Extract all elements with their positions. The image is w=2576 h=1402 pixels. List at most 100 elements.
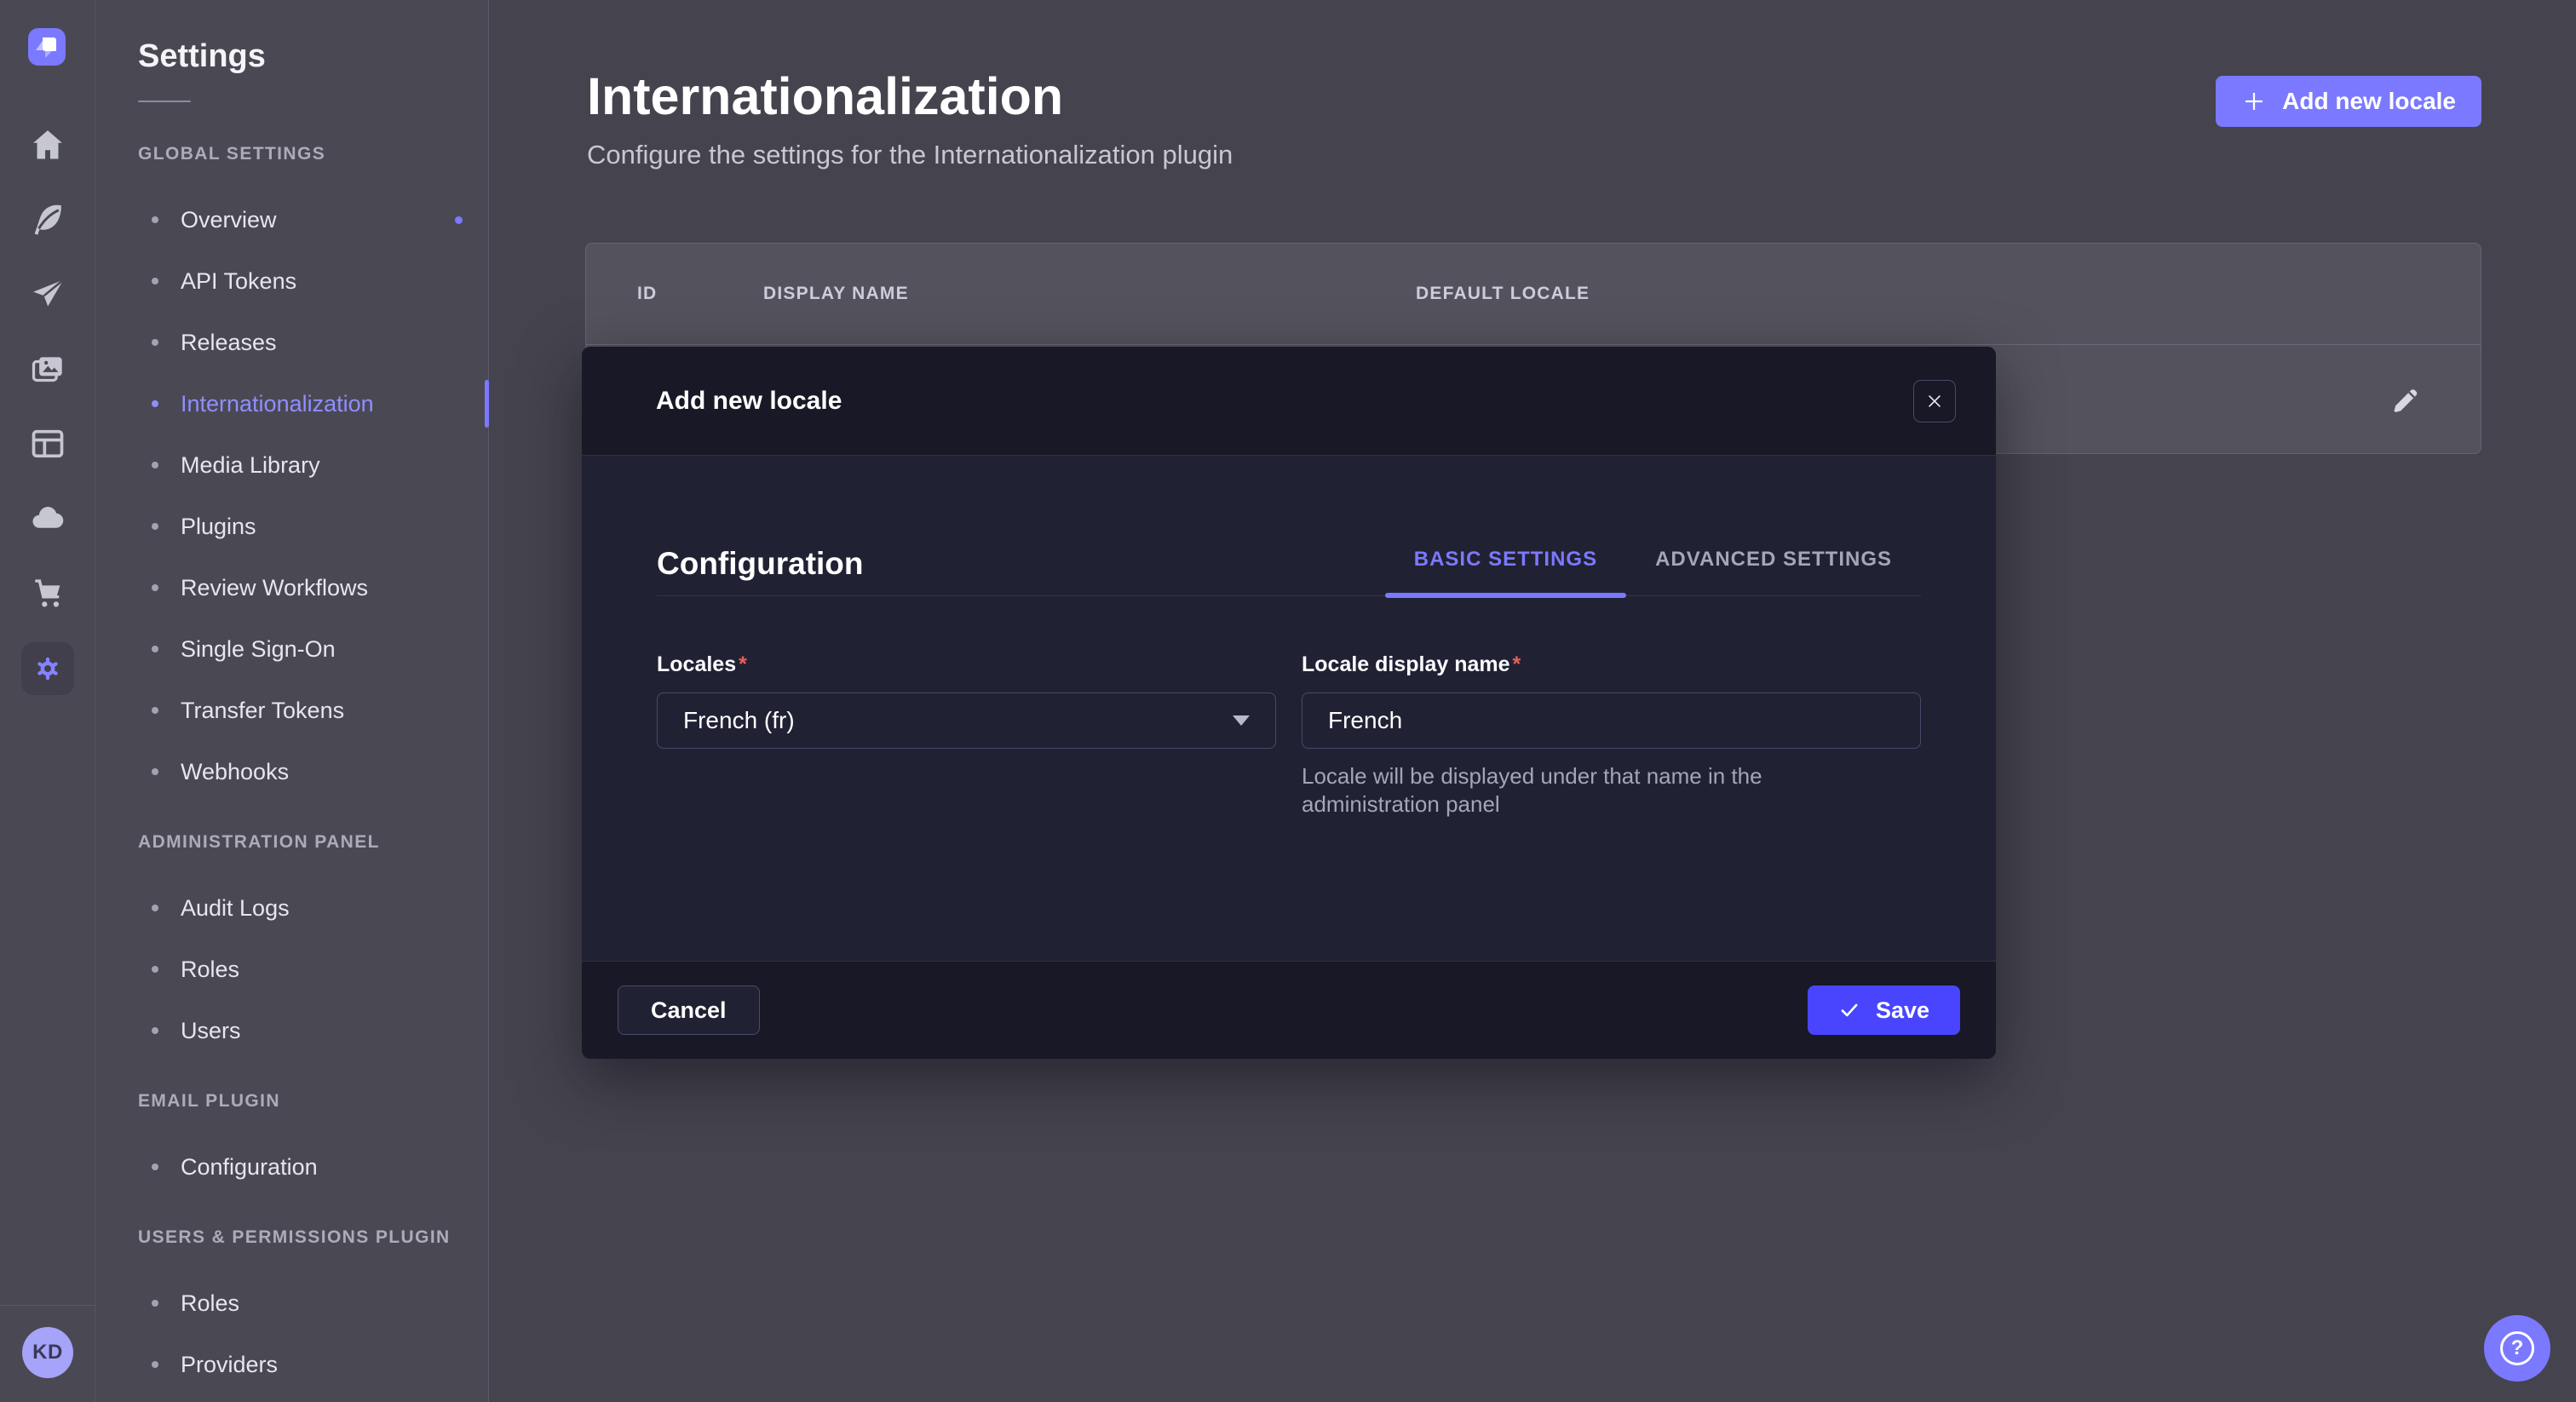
sidebar-title-divider bbox=[138, 101, 191, 102]
modal-title: Add new locale bbox=[656, 387, 1913, 416]
sidebar-item-label: Media Library bbox=[181, 452, 320, 479]
sidebar-item-label: Users bbox=[181, 1018, 241, 1044]
section-label-global-settings: GLOBAL SETTINGS bbox=[138, 143, 488, 165]
section-label-users-permissions-plugin: USERS & PERMISSIONS PLUGIN bbox=[138, 1227, 488, 1249]
sidebar-item-plugins[interactable]: Plugins bbox=[95, 496, 488, 557]
bullet-icon bbox=[152, 1027, 158, 1034]
sidebar-title: Settings bbox=[95, 37, 488, 75]
chevron-down-icon bbox=[1233, 715, 1250, 726]
sidebar-item-label: Plugins bbox=[181, 514, 256, 540]
sidebar-item-users[interactable]: Users bbox=[95, 1000, 488, 1061]
sidebar-item-label: Webhooks bbox=[181, 759, 289, 785]
section-label-email-plugin: EMAIL PLUGIN bbox=[138, 1090, 488, 1112]
sidebar-item-up-roles[interactable]: Roles bbox=[95, 1273, 488, 1334]
add-new-locale-button[interactable]: Add new locale bbox=[2216, 76, 2481, 127]
table-header-row: ID DISPLAY NAME DEFAULT LOCALE bbox=[586, 244, 2481, 344]
sidebar-item-releases[interactable]: Releases bbox=[95, 312, 488, 373]
sidebar-item-label: Internationalization bbox=[181, 391, 374, 417]
layout-panel-icon[interactable] bbox=[28, 424, 67, 463]
bullet-icon bbox=[152, 1361, 158, 1368]
bullet-icon bbox=[152, 905, 158, 911]
bullet-icon bbox=[152, 523, 158, 530]
tab-advanced-settings[interactable]: ADVANCED SETTINGS bbox=[1626, 548, 1921, 595]
content-feather-icon[interactable] bbox=[28, 199, 67, 238]
cancel-button[interactable]: Cancel bbox=[618, 985, 760, 1035]
strapi-logo[interactable] bbox=[28, 28, 66, 66]
locale-form: Locales* French (fr) Locale display name… bbox=[657, 652, 1921, 819]
modal-body: Configuration BASIC SETTINGS ADVANCED SE… bbox=[582, 546, 1996, 819]
display-name-label-text: Locale display name bbox=[1302, 652, 1510, 676]
sidebar-item-label: Single Sign-On bbox=[181, 636, 336, 663]
sidebar-item-transfer-tokens[interactable]: Transfer Tokens bbox=[95, 680, 488, 741]
user-avatar[interactable]: KD bbox=[22, 1327, 73, 1378]
sidebar-item-email-configuration[interactable]: Configuration bbox=[95, 1136, 488, 1198]
send-plane-icon[interactable] bbox=[28, 276, 67, 315]
section-label-administration-panel: ADMINISTRATION PANEL bbox=[138, 831, 488, 853]
save-button[interactable]: Save bbox=[1808, 985, 1960, 1035]
strapi-logo-icon bbox=[28, 28, 66, 66]
edit-locale-button[interactable] bbox=[2387, 381, 2424, 418]
display-name-field: Locale display name* Locale will be disp… bbox=[1302, 652, 1921, 819]
locales-label: Locales* bbox=[657, 652, 1276, 677]
media-images-icon[interactable] bbox=[28, 350, 67, 389]
pencil-icon bbox=[2389, 382, 2423, 417]
sidebar-item-admin-roles[interactable]: Roles bbox=[95, 939, 488, 1000]
marketplace-cart-icon[interactable] bbox=[28, 573, 67, 612]
sidebar-item-label: API Tokens bbox=[181, 268, 296, 295]
sidebar-item-single-sign-on[interactable]: Single Sign-On bbox=[95, 618, 488, 680]
bullet-icon bbox=[152, 646, 158, 652]
add-locale-modal: Add new locale Configuration BASIC SETTI… bbox=[582, 347, 1996, 1059]
bullet-icon bbox=[152, 1300, 158, 1307]
sidebar-item-overview[interactable]: Overview bbox=[95, 189, 488, 250]
sidebar-item-label: Audit Logs bbox=[181, 895, 290, 922]
sidebar-item-label: Roles bbox=[181, 1290, 239, 1317]
locales-select-value: French (fr) bbox=[683, 707, 795, 734]
rail-divider bbox=[0, 1305, 95, 1306]
bullet-icon bbox=[152, 707, 158, 714]
sidebar-item-label: Roles bbox=[181, 957, 239, 983]
sidebar-item-media-library[interactable]: Media Library bbox=[95, 434, 488, 496]
bullet-icon bbox=[152, 584, 158, 591]
configuration-header-row: Configuration BASIC SETTINGS ADVANCED SE… bbox=[657, 546, 1921, 596]
close-modal-button[interactable] bbox=[1913, 380, 1956, 422]
help-button[interactable]: ? bbox=[2484, 1315, 2550, 1382]
configuration-title: Configuration bbox=[657, 546, 864, 595]
bullet-icon bbox=[152, 216, 158, 223]
sidebar-item-label: Transfer Tokens bbox=[181, 698, 344, 724]
modal-header: Add new locale bbox=[582, 347, 1996, 456]
sidebar-item-audit-logs[interactable]: Audit Logs bbox=[95, 877, 488, 939]
bullet-icon bbox=[152, 278, 158, 284]
check-icon bbox=[1838, 999, 1860, 1021]
locales-select[interactable]: French (fr) bbox=[657, 692, 1276, 749]
sidebar-item-api-tokens[interactable]: API Tokens bbox=[95, 250, 488, 312]
settings-gear-button[interactable] bbox=[21, 642, 74, 695]
sidebar-item-label: Configuration bbox=[181, 1154, 318, 1181]
home-icon[interactable] bbox=[28, 125, 67, 164]
bullet-icon bbox=[152, 339, 158, 346]
bullet-icon bbox=[152, 462, 158, 468]
column-header-display-name: DISPLAY NAME bbox=[763, 284, 909, 304]
column-header-default-locale: DEFAULT LOCALE bbox=[1416, 284, 1590, 304]
locales-field: Locales* French (fr) bbox=[657, 652, 1276, 819]
active-indicator bbox=[485, 380, 489, 428]
sidebar-item-label: Overview bbox=[181, 207, 277, 233]
settings-tabs: BASIC SETTINGS ADVANCED SETTINGS bbox=[1385, 548, 1921, 595]
cloud-icon[interactable] bbox=[28, 498, 67, 537]
locales-label-text: Locales bbox=[657, 652, 736, 676]
required-asterisk: * bbox=[1513, 652, 1521, 676]
bullet-icon bbox=[152, 966, 158, 973]
nav-rail: KD bbox=[0, 0, 95, 1402]
sidebar-item-internationalization[interactable]: Internationalization bbox=[95, 373, 488, 434]
sidebar-item-label: Review Workflows bbox=[181, 575, 368, 601]
sidebar-item-review-workflows[interactable]: Review Workflows bbox=[95, 557, 488, 618]
bullet-icon bbox=[152, 400, 158, 407]
page-subtitle: Configure the settings for the Internati… bbox=[587, 140, 2576, 170]
sidebar-item-webhooks[interactable]: Webhooks bbox=[95, 741, 488, 802]
settings-sidebar: Settings GLOBAL SETTINGS Overview API To… bbox=[95, 0, 489, 1402]
sidebar-item-label: Providers bbox=[181, 1352, 278, 1378]
display-name-input[interactable] bbox=[1302, 692, 1921, 749]
required-asterisk: * bbox=[739, 652, 747, 676]
close-icon bbox=[1925, 392, 1944, 411]
tab-basic-settings[interactable]: BASIC SETTINGS bbox=[1385, 548, 1626, 595]
sidebar-item-providers[interactable]: Providers bbox=[95, 1334, 488, 1395]
